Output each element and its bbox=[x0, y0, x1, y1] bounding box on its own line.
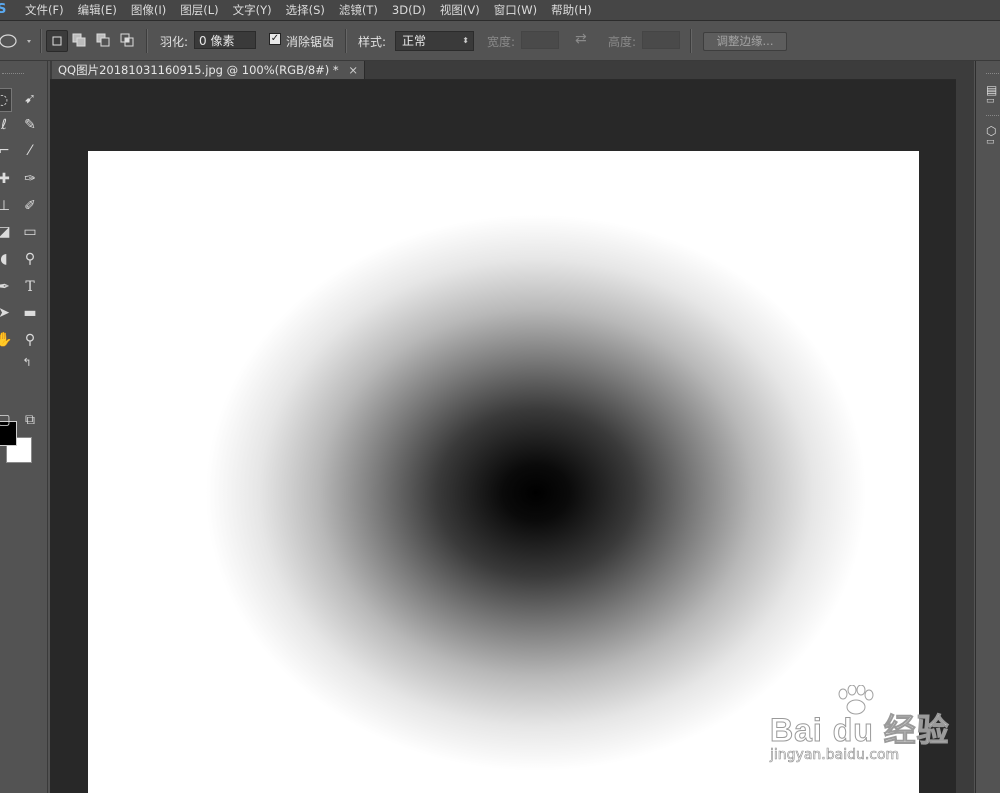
zoom-tool-icon[interactable]: ⚲ bbox=[18, 329, 42, 351]
menu-select[interactable]: 选择(S) bbox=[279, 0, 332, 20]
menu-window[interactable]: 窗口(W) bbox=[487, 0, 544, 20]
style-select-value: 正常 bbox=[402, 34, 427, 48]
rectangle-tool-icon[interactable]: ▬ bbox=[18, 302, 42, 324]
new-selection-button[interactable] bbox=[46, 30, 68, 52]
separator bbox=[40, 29, 42, 53]
document-tab-title: QQ图片20181031160915.jpg @ 100%(RGB/8#) * bbox=[58, 63, 339, 77]
clone-stamp-icon[interactable]: ⊥ bbox=[0, 195, 16, 217]
new-selection-icon bbox=[52, 36, 62, 46]
width-input[interactable] bbox=[521, 31, 559, 49]
intersect-selection-button[interactable] bbox=[117, 30, 137, 50]
add-to-selection-button[interactable] bbox=[69, 30, 89, 50]
brush-tool-icon[interactable]: ✑ bbox=[18, 168, 42, 190]
document-workspace: QQ图片20181031160915.jpg @ 100%(RGB/8#) * … bbox=[50, 61, 974, 793]
healing-brush-icon[interactable]: ✚ bbox=[0, 168, 16, 190]
swap-width-height-icon[interactable]: ⇄ bbox=[575, 31, 587, 47]
dodge-tool-icon[interactable]: ⚲ bbox=[18, 248, 42, 270]
panel-expand-icon[interactable]: ▭ bbox=[986, 137, 1000, 153]
height-label: 高度: bbox=[608, 35, 637, 49]
panel-expand-icon[interactable]: ▭ bbox=[986, 96, 1000, 112]
close-icon[interactable]: × bbox=[348, 63, 358, 77]
type-tool-icon[interactable]: T bbox=[18, 276, 42, 298]
menu-type[interactable]: 文字(Y) bbox=[226, 0, 279, 20]
collapsed-panel-dock: ▤ ▭ ⬡ ▭ bbox=[975, 61, 1000, 793]
watermark-url: jingyan.baidu.com bbox=[770, 747, 900, 764]
gradient-tool-icon[interactable]: ▭ bbox=[18, 221, 42, 243]
add-selection-icon bbox=[72, 33, 86, 47]
height-input[interactable] bbox=[642, 31, 680, 49]
separator bbox=[345, 29, 347, 53]
pen-tool-icon[interactable]: ✒ bbox=[0, 276, 16, 298]
separator bbox=[690, 29, 692, 53]
subtract-from-selection-button[interactable] bbox=[93, 30, 113, 50]
refine-edge-button[interactable]: 调整边缘... bbox=[703, 32, 787, 51]
menu-layer[interactable]: 图层(L) bbox=[173, 0, 225, 20]
menu-view[interactable]: 视图(V) bbox=[433, 0, 487, 20]
menu-edit[interactable]: 编辑(E) bbox=[71, 0, 124, 20]
subtract-selection-icon bbox=[96, 33, 110, 47]
quick-selection-tool-icon[interactable]: ✎ bbox=[18, 114, 42, 136]
history-brush-icon[interactable]: ✐ bbox=[18, 195, 42, 217]
menu-items: 文件(F) 编辑(E) 图像(I) 图层(L) 文字(Y) 选择(S) 滤镜(T… bbox=[18, 0, 599, 20]
baidu-watermark: Bai du 经验 jingyan.baidu.com bbox=[760, 685, 960, 775]
screen-mode-icon[interactable]: ⧉ bbox=[18, 409, 42, 431]
panel-grip[interactable] bbox=[2, 73, 24, 77]
crop-tool-icon[interactable]: ⌐ bbox=[0, 140, 16, 162]
eyedropper-tool-icon[interactable]: ⁄ bbox=[18, 140, 42, 162]
menu-help[interactable]: 帮助(H) bbox=[544, 0, 599, 20]
intersect-selection-icon bbox=[120, 33, 134, 47]
separator bbox=[146, 29, 148, 53]
menu-bar: S 文件(F) 编辑(E) 图像(I) 图层(L) 文字(Y) 选择(S) 滤镜… bbox=[0, 0, 1000, 21]
elliptical-marquee-preset-picker[interactable] bbox=[0, 31, 38, 51]
menu-filter[interactable]: 滤镜(T) bbox=[332, 0, 385, 20]
photoshop-logo: S bbox=[0, 2, 7, 17]
document-tab-strip: QQ图片20181031160915.jpg @ 100%(RGB/8#) * … bbox=[50, 61, 974, 80]
quick-mask-icon[interactable]: ▢ bbox=[0, 409, 16, 431]
panel-grip[interactable] bbox=[986, 115, 1000, 118]
eraser-tool-icon[interactable]: ◪ bbox=[0, 221, 16, 243]
style-label: 样式: bbox=[358, 35, 387, 49]
style-select[interactable]: 正常 ⬍ bbox=[395, 31, 474, 51]
path-selection-icon[interactable]: ➤ bbox=[0, 302, 16, 324]
document-tab[interactable]: QQ图片20181031160915.jpg @ 100%(RGB/8#) * … bbox=[52, 61, 365, 79]
hand-tool-icon[interactable]: ✋ bbox=[0, 329, 16, 351]
lasso-tool-icon[interactable]: ℓ bbox=[0, 114, 16, 136]
toolbox: ◌ ➹ ℓ ✎ ⌐ ⁄ ✚ ✑ ⊥ ✐ ◪ ▭ ◖ ⚲ ✒ T ➤ ▬ ✋ ⚲ … bbox=[0, 61, 48, 793]
panel-grip[interactable] bbox=[986, 73, 1000, 77]
move-tool-icon[interactable]: ➹ bbox=[18, 88, 42, 110]
marquee-tool-icon[interactable]: ◌ bbox=[0, 88, 12, 112]
menu-file[interactable]: 文件(F) bbox=[18, 0, 71, 20]
feather-label: 羽化: bbox=[160, 35, 189, 49]
menu-3d[interactable]: 3D(D) bbox=[385, 0, 433, 20]
watermark-brand: Bai du 经验 bbox=[770, 712, 950, 749]
width-label: 宽度: bbox=[487, 35, 516, 49]
swap-colors-icon[interactable]: ↰ bbox=[15, 352, 39, 374]
feather-input[interactable]: 0 像素 bbox=[194, 31, 256, 49]
antialias-checkbox[interactable]: ✓ bbox=[269, 33, 281, 45]
ellipse-marquee-icon bbox=[0, 34, 31, 48]
options-bar: 羽化: 0 像素 ✓ 消除锯齿 样式: 正常 ⬍ 宽度: ⇄ 高度: 调整边缘.… bbox=[0, 21, 1000, 61]
select-arrows-icon: ⬍ bbox=[462, 36, 469, 45]
menu-image[interactable]: 图像(I) bbox=[124, 0, 173, 20]
antialias-label: 消除锯齿 bbox=[286, 35, 335, 49]
blur-tool-icon[interactable]: ◖ bbox=[0, 248, 16, 270]
